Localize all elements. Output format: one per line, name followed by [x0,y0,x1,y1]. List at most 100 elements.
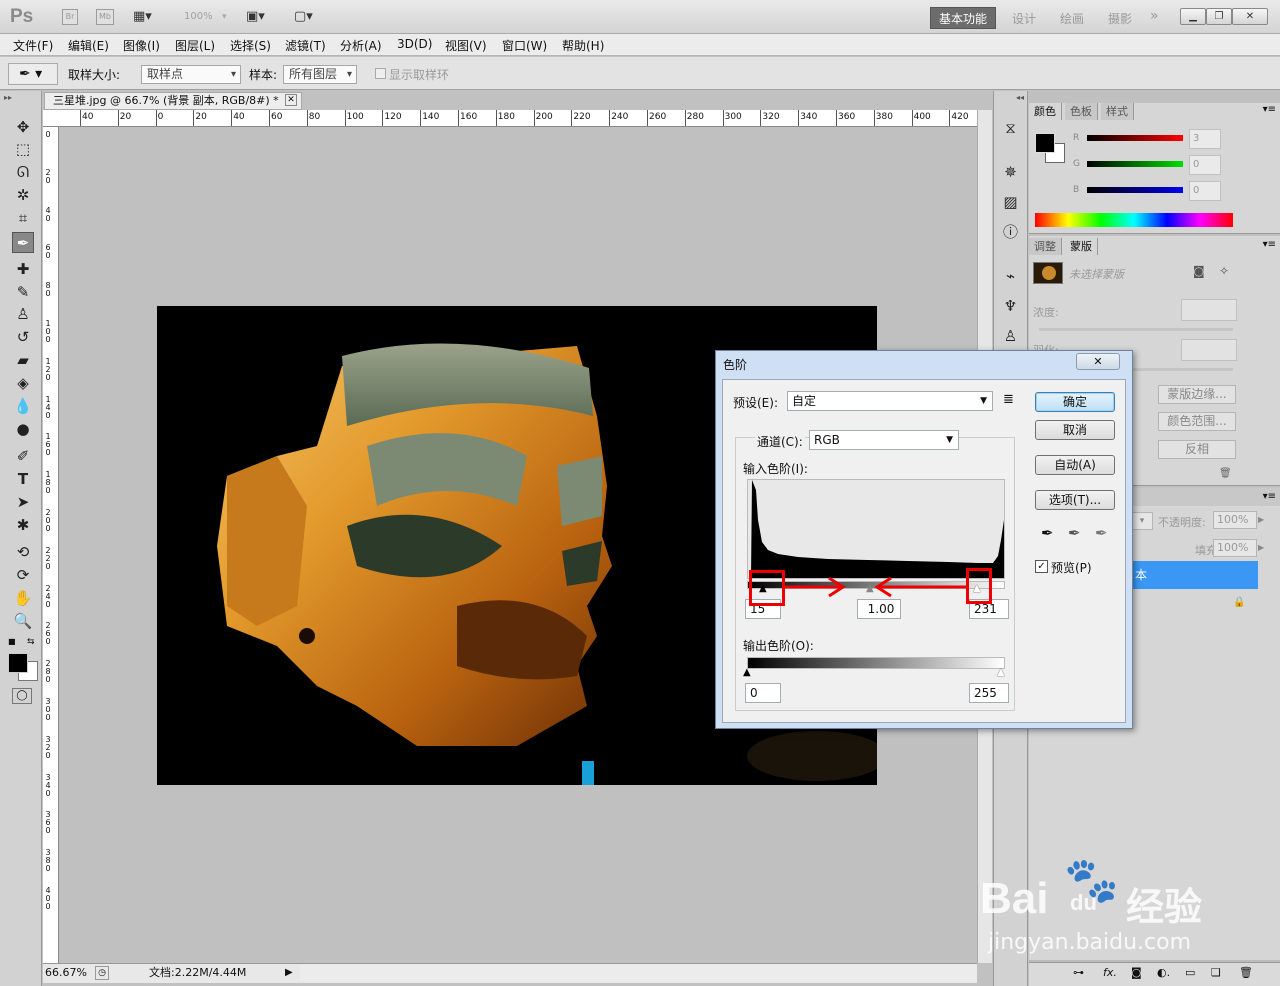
pixel-mask-icon[interactable]: ◙ [1193,264,1205,278]
document-tab[interactable]: 三星堆.jpg @ 66.7% (背景 副本, RGB/8#) * ✕ [44,92,302,110]
output-white-field[interactable]: 255 [969,683,1009,703]
history-brush-tool-icon[interactable]: ↺ [12,327,34,348]
channel-dropdown[interactable]: RGB ▼ [809,430,959,450]
ok-button[interactable]: 确定 [1035,392,1115,412]
tab-masks[interactable]: 蒙版 [1065,238,1098,255]
arrange-documents-icon[interactable]: ▣▾ [246,9,265,25]
opacity-field[interactable]: 100% [1213,511,1257,529]
status-menu-arrow-icon[interactable]: ▶ [285,964,293,982]
color-range-button[interactable]: 颜色范围... [1158,412,1236,431]
preset-options-icon[interactable]: ≣ [1003,392,1014,407]
bridge-button[interactable]: Br [62,9,78,25]
density-slider[interactable] [1039,328,1233,331]
swap-colors-icon[interactable]: ⇆ [27,637,35,647]
new-group-icon[interactable]: ▭ [1185,966,1195,979]
paint-bucket-tool-icon[interactable]: ◈ [12,373,34,394]
eyedropper-tool-icon[interactable]: ✒ [12,232,34,253]
dock-collapse-icon[interactable]: ◂◂ [1016,93,1024,102]
marquee-tool-icon[interactable]: ⬚ [12,139,34,160]
histogram-panel-icon[interactable]: ▨ [1000,192,1021,213]
preview-checkbox[interactable]: ✓ [1035,560,1048,573]
screen-mode-icon[interactable]: ▢▾ [294,9,313,25]
view-extras-icon[interactable]: ▦▾ [133,9,152,25]
input-gamma-field[interactable]: 1.00 [857,599,901,619]
menu-layer[interactable]: 图层(L) [175,37,215,54]
quick-mask-icon[interactable]: ◯ [12,688,32,704]
workspace-design[interactable]: 设计 [1012,10,1036,27]
mask-edge-button[interactable]: 蒙版边缘... [1158,385,1236,404]
zoom-tool-icon[interactable]: 🔍 [12,611,34,632]
status-info-icon[interactable]: ◷ [95,966,109,980]
gray-eyedropper-icon[interactable]: ✒ [1068,524,1081,542]
eraser-tool-icon[interactable]: ▰ [12,350,34,371]
invert-button[interactable]: 反相 [1158,440,1236,459]
opacity-arrow-icon[interactable]: ▶ [1258,511,1272,529]
restore-button[interactable]: ❐ [1206,8,1232,25]
b-slider[interactable] [1087,187,1183,193]
r-value-field[interactable]: 3 [1189,129,1221,149]
delete-mask-icon[interactable]: 🗑 [1219,468,1232,479]
output-black-slider-icon[interactable]: ▲ [743,667,751,678]
crop-tool-icon[interactable]: ⌗ [12,208,34,229]
3d-orbit-tool-icon[interactable]: ⟳ [12,565,34,586]
cancel-button[interactable]: 取消 [1035,420,1115,440]
zoom-dropdown-icon[interactable]: ▾ [222,9,227,25]
delete-layer-icon[interactable]: 🗑 [1239,966,1253,979]
zoom-level[interactable]: 100% [184,11,213,22]
white-eyedropper-icon[interactable]: ✒ [1095,524,1108,542]
fill-field[interactable]: 100% [1213,539,1257,557]
tab-styles[interactable]: 样式 [1101,103,1134,120]
foreground-color-swatch[interactable] [8,653,28,673]
brush-presets-icon[interactable]: ⌁ [1000,266,1021,287]
output-black-field[interactable]: 0 [745,683,781,703]
color-ramp[interactable] [1035,213,1233,227]
tab-swatches[interactable]: 色板 [1065,103,1098,120]
toolbox-collapse-icon[interactable]: ▸▸ [4,93,12,102]
color-panel-menu-icon[interactable]: ▾≡ [1263,104,1276,115]
masks-panel-menu-icon[interactable]: ▾≡ [1263,239,1276,250]
type-tool-icon[interactable]: T [12,469,34,490]
clone-stamp-tool-icon[interactable]: ♙ [12,304,34,325]
horizontal-scrollbar[interactable] [300,965,977,981]
menu-edit[interactable]: 编辑(E) [68,37,109,54]
minibridge-button[interactable]: Mb [96,9,114,25]
b-value-field[interactable]: 0 [1189,181,1221,201]
navigator-panel-icon[interactable]: ✵ [1000,162,1021,183]
vector-mask-icon[interactable]: ✧ [1219,264,1229,278]
layers-panel-menu-icon[interactable]: ▾≡ [1263,491,1276,502]
menu-3d[interactable]: 3D(D) [397,37,432,51]
quick-selection-tool-icon[interactable]: ✲ [12,185,34,206]
preset-dropdown[interactable]: 自定 ▼ [787,391,993,411]
density-field[interactable] [1181,299,1237,321]
black-eyedropper-icon[interactable]: ✒ [1041,524,1054,542]
menu-view[interactable]: 视图(V) [445,37,487,54]
pen-tool-icon[interactable]: ✐ [12,446,34,467]
menu-image[interactable]: 图像(I) [123,37,160,54]
sample-size-dropdown[interactable]: 取样点 [141,65,241,84]
link-layers-icon[interactable]: ⊶ [1073,966,1084,979]
blend-mode-dropdown-icon[interactable]: ▾ [1131,512,1153,530]
feather-field[interactable] [1181,339,1237,361]
eyedropper-preset-icon[interactable]: ✒ ▾ [8,63,58,85]
add-mask-icon[interactable]: ◙ [1131,966,1142,979]
adjustment-layer-icon[interactable]: ◐. [1157,966,1170,979]
layer-style-fx-icon[interactable]: fx. [1103,966,1117,979]
menu-analysis[interactable]: 分析(A) [340,37,382,54]
fill-arrow-icon[interactable]: ▶ [1258,539,1272,557]
tab-adjustments[interactable]: 调整 [1029,238,1062,255]
r-slider[interactable] [1087,135,1183,141]
3d-rotate-tool-icon[interactable]: ⟲ [12,542,34,563]
workspace-photography[interactable]: 摄影 [1108,10,1132,27]
workspace-painting[interactable]: 绘画 [1060,10,1084,27]
blur-tool-icon[interactable]: 💧 [12,396,34,417]
move-tool-icon[interactable]: ✥ [12,117,34,138]
dodge-tool-icon[interactable]: ● [12,419,34,440]
close-app-button[interactable]: ✕ [1232,8,1268,25]
close-document-icon[interactable]: ✕ [285,94,297,106]
g-value-field[interactable]: 0 [1189,155,1221,175]
info-panel-icon[interactable]: ⓘ [1000,222,1021,243]
healing-brush-tool-icon[interactable]: ✚ [12,259,34,280]
layer-row-selected[interactable]: 本 [1131,561,1258,589]
menu-select[interactable]: 选择(S) [230,37,271,54]
menu-file[interactable]: 文件(F) [13,37,53,54]
